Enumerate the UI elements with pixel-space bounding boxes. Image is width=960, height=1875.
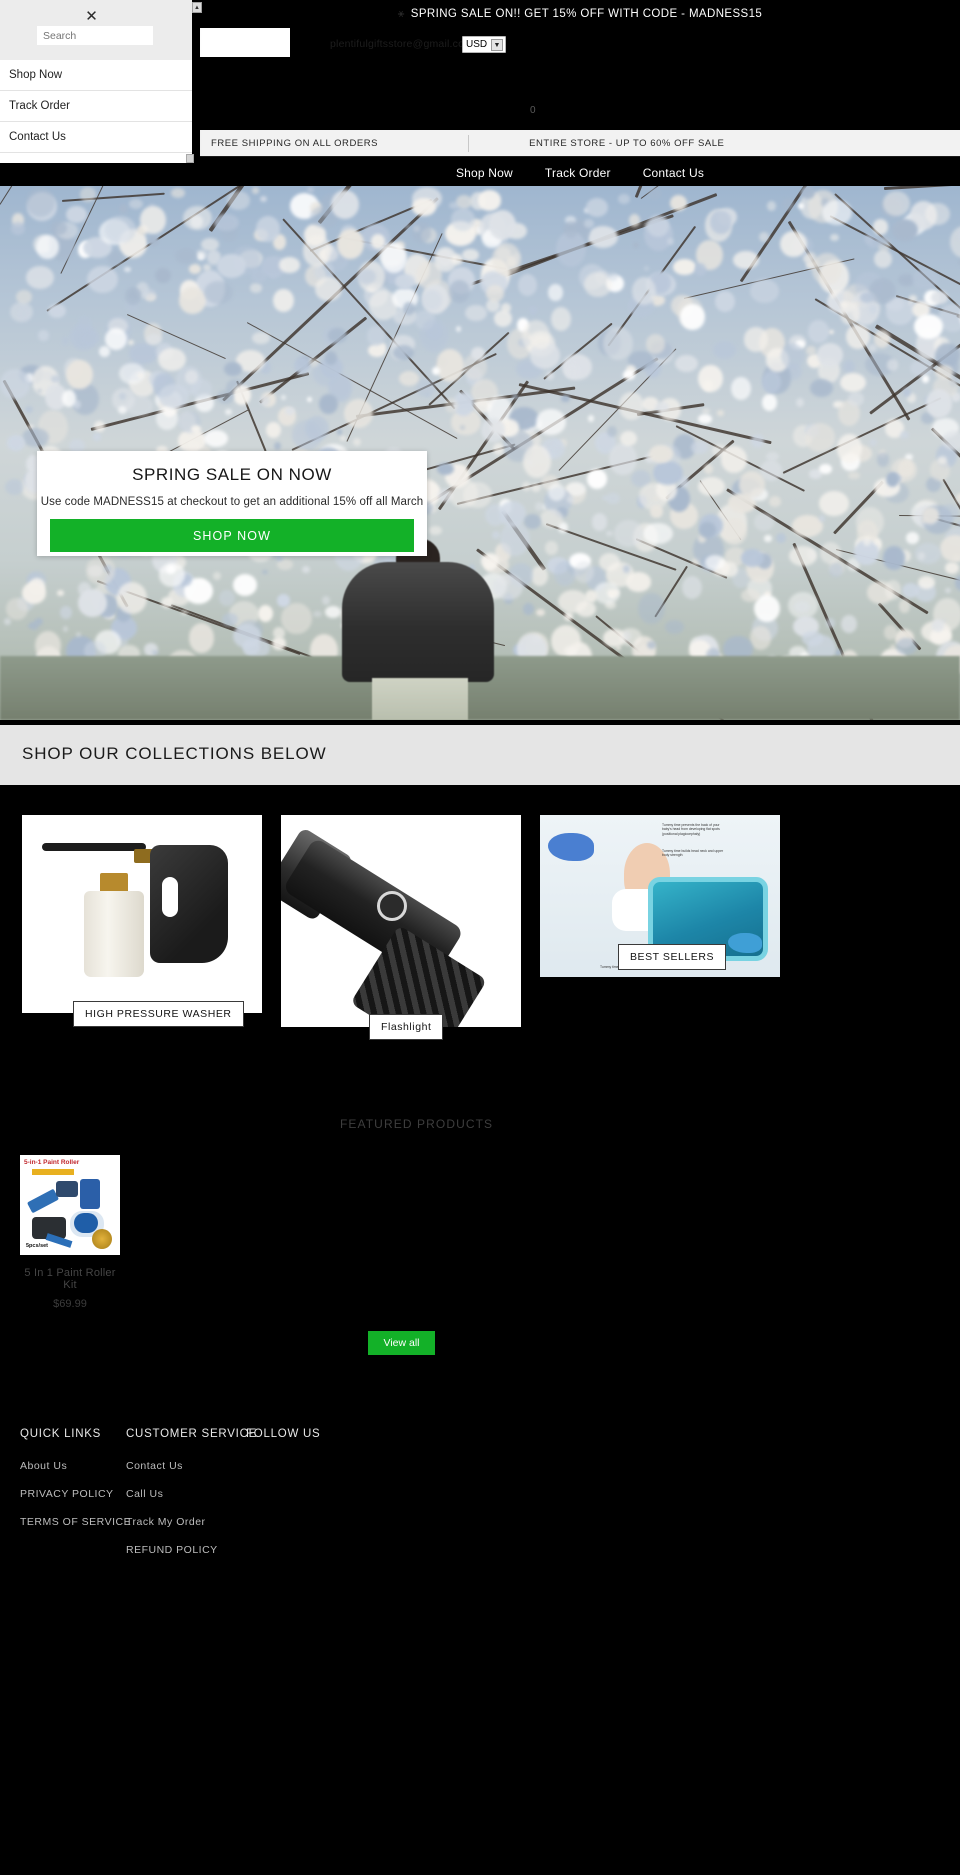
- nav-item-track-order[interactable]: Track Order: [545, 166, 611, 180]
- footer-heading-quick-links: QUICK LINKS: [20, 1428, 102, 1440]
- shop-now-button[interactable]: SHOP NOW: [50, 519, 414, 552]
- nav-item-shop-now[interactable]: Shop Now: [456, 166, 513, 180]
- footer-link-terms-of-service[interactable]: TERMS OF SERVICE: [20, 1516, 131, 1528]
- product-image-caption: 5pcs/set: [26, 1243, 49, 1249]
- top-announcement-bar: ⚹ SPRING SALE ON!! GET 15% OFF WITH CODE…: [200, 0, 960, 28]
- hero-figure-coat: [342, 562, 494, 682]
- collection-card-flashlight[interactable]: [281, 815, 521, 1027]
- hero-promo-card: SPRING SALE ON NOW Use code MADNESS15 at…: [37, 451, 427, 556]
- flashlight-button: [377, 891, 407, 921]
- washer-bottle: [84, 891, 144, 977]
- mat-note-1: Tummy time prevents the back of your bab…: [662, 823, 720, 836]
- collection-label-best-sellers[interactable]: BEST SELLERS: [618, 944, 727, 970]
- product-card[interactable]: 5-in-1 Paint Roller 5pcs/set 5 In 1 Pain…: [20, 1155, 120, 1310]
- product-image-stars: [32, 1169, 74, 1175]
- washer-bottle-neck: [100, 873, 128, 893]
- drawer-scroll-thumb[interactable]: [186, 154, 194, 163]
- drawer-header: ✕: [0, 0, 192, 60]
- featured-products-section: FEATURED PRODUCTS 5-in-1 Paint Roller 5p…: [0, 1065, 960, 1390]
- store-page: ⚹ SPRING SALE ON!! GET 15% OFF WITH CODE…: [0, 0, 960, 1875]
- collections-heading-band: SHOP OUR COLLECTIONS BELOW: [0, 725, 960, 785]
- close-icon[interactable]: ✕: [83, 7, 100, 25]
- mat-note-2: Tummy time builds head neck and upper bo…: [662, 849, 724, 858]
- footer-column-quick-links: QUICK LINKS About Us PRIVACY POLICY TERM…: [20, 1428, 131, 1544]
- paint-pad: [80, 1179, 100, 1209]
- top-announcement-text: SPRING SALE ON!! GET 15% OFF WITH CODE -…: [410, 8, 763, 20]
- collection-label-flashlight[interactable]: Flashlight: [369, 1014, 444, 1040]
- drawer-item-label: Track Order: [9, 100, 70, 112]
- collections-heading: SHOP OUR COLLECTIONS BELOW: [22, 744, 327, 763]
- footer-column-follow-us: FOLLOW US: [246, 1428, 320, 1460]
- footer-link-call-us[interactable]: Call Us: [126, 1488, 257, 1500]
- hero-figure-legs: [372, 678, 468, 720]
- promo-subtitle: Use code MADNESS15 at checkout to get an…: [40, 496, 424, 508]
- drawer-item-track-order[interactable]: Track Order: [0, 91, 192, 122]
- footer-heading-follow-us: FOLLOW US: [246, 1428, 321, 1440]
- footer-link-contact-us[interactable]: Contact Us: [126, 1460, 257, 1472]
- whale-icon: [548, 833, 594, 861]
- promo-title: SPRING SALE ON NOW: [132, 465, 332, 484]
- footer-link-refund-policy[interactable]: REFUND POLICY: [126, 1544, 257, 1556]
- washer-lance: [42, 843, 146, 851]
- footer-link-privacy-policy[interactable]: PRIVACY POLICY: [20, 1488, 131, 1500]
- drawer-item-contact-us[interactable]: Contact Us: [0, 122, 192, 153]
- paint-tray-inner: [74, 1213, 98, 1233]
- product-image[interactable]: 5-in-1 Paint Roller 5pcs/set: [20, 1155, 120, 1255]
- cart-icon[interactable]: 0: [530, 105, 536, 116]
- info-bar: FREE SHIPPING ON ALL ORDERS ENTIRE STORE…: [200, 130, 960, 156]
- collection-label-high-pressure-washer[interactable]: HIGH PRESSURE WASHER: [73, 1001, 244, 1027]
- drawer-item-label: Shop Now: [9, 69, 63, 81]
- product-image-title: 5-in-1 Paint Roller: [24, 1159, 80, 1166]
- footer-column-customer-service: CUSTOMER SERVICE Contact Us Call Us Trac…: [126, 1428, 257, 1572]
- paint-trowel: [26, 1188, 60, 1214]
- footer-heading-customer-service: CUSTOMER SERVICE: [126, 1428, 258, 1440]
- currency-select[interactable]: USD ▼: [462, 36, 506, 53]
- free-shipping-text: FREE SHIPPING ON ALL ORDERS: [211, 137, 379, 149]
- mobile-menu-drawer: ✕ Shop Now Track Order Contact Us: [0, 0, 194, 163]
- site-footer: QUICK LINKS About Us PRIVACY POLICY TERM…: [0, 1390, 960, 1875]
- product-price: $69.99: [53, 1298, 87, 1310]
- collection-card-high-pressure-washer[interactable]: [22, 815, 262, 1013]
- nav-item-contact-us[interactable]: Contact Us: [643, 166, 704, 180]
- footer-link-track-my-order[interactable]: Track My Order: [126, 1516, 257, 1528]
- footer-link-about-us[interactable]: About Us: [20, 1460, 131, 1472]
- washer-trigger: [162, 877, 178, 917]
- currency-value: USD: [466, 39, 488, 50]
- hero-banner: SPRING SALE ON NOW Use code MADNESS15 at…: [0, 186, 960, 720]
- store-email[interactable]: plentifulgiftsstore@gmail.com: [330, 38, 473, 50]
- product-name[interactable]: 5 In 1 Paint Roller Kit: [20, 1267, 120, 1291]
- whale-icon-secondary: [728, 933, 762, 953]
- search-input[interactable]: [37, 26, 153, 45]
- chevron-down-icon: ▼: [491, 39, 503, 51]
- utility-row: plentifulgiftsstore@gmail.com USD ▼: [200, 28, 960, 64]
- scroll-thumb-top[interactable]: ▲: [192, 2, 202, 13]
- store-logo[interactable]: [200, 28, 290, 57]
- store-sale-text: ENTIRE STORE - UP TO 60% OFF SALE: [529, 137, 725, 149]
- quality-badge-icon: [92, 1229, 112, 1249]
- main-navigation: Shop Now Track Order Contact Us: [200, 156, 960, 188]
- view-all-button[interactable]: View all: [368, 1331, 435, 1355]
- sparkle-icon-left: ⚹: [397, 7, 405, 20]
- info-bar-divider: [468, 134, 470, 152]
- paint-roller-small: [56, 1181, 78, 1197]
- featured-products-heading: FEATURED PRODUCTS: [340, 1117, 494, 1131]
- drawer-item-shop-now[interactable]: Shop Now: [0, 60, 192, 91]
- cart-zone: 0: [200, 64, 960, 130]
- drawer-item-label: Contact Us: [9, 131, 66, 143]
